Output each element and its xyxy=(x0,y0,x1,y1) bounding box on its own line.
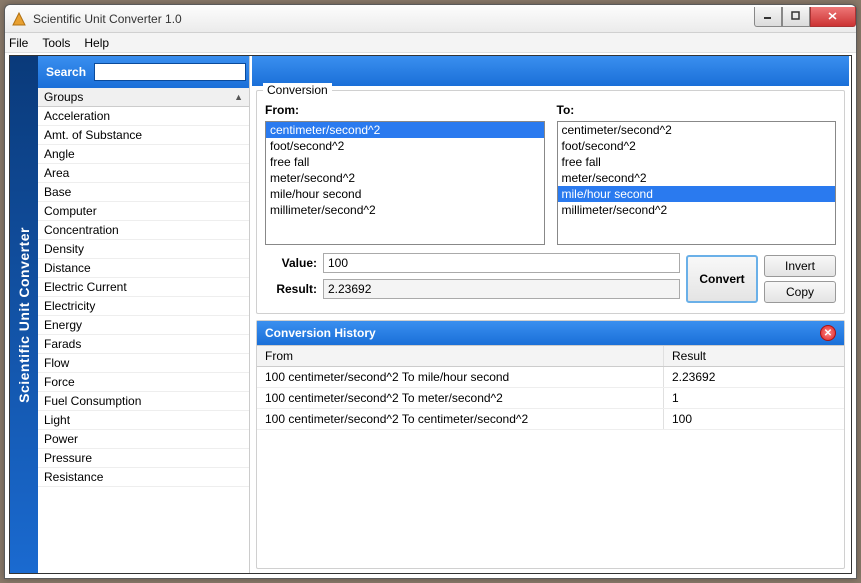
history-cell-result: 100 xyxy=(664,409,844,429)
app-window: Scientific Unit Converter 1.0 File Tools… xyxy=(4,4,857,579)
invert-button[interactable]: Invert xyxy=(764,255,836,277)
value-input[interactable] xyxy=(323,253,680,273)
result-output xyxy=(323,279,680,299)
groups-header-label: Groups xyxy=(44,90,83,104)
group-item[interactable]: Base xyxy=(38,183,249,202)
group-item[interactable]: Electricity xyxy=(38,297,249,316)
group-item[interactable]: Force xyxy=(38,373,249,392)
unit-option[interactable]: millimeter/second^2 xyxy=(266,202,544,218)
search-label: Search xyxy=(46,65,86,79)
minimize-button[interactable] xyxy=(754,7,782,27)
group-item[interactable]: Density xyxy=(38,240,249,259)
unit-option[interactable]: mile/hour second xyxy=(558,186,836,202)
unit-option[interactable]: foot/second^2 xyxy=(558,138,836,154)
minimize-icon xyxy=(763,11,773,21)
group-item[interactable]: Angle xyxy=(38,145,249,164)
maximize-button[interactable] xyxy=(782,7,810,27)
titlebar[interactable]: Scientific Unit Converter 1.0 xyxy=(5,5,856,33)
unit-option[interactable]: millimeter/second^2 xyxy=(558,202,836,218)
to-label: To: xyxy=(557,103,837,117)
history-row[interactable]: 100 centimeter/second^2 To centimeter/se… xyxy=(257,409,844,430)
history-table-header: From Result xyxy=(257,346,844,367)
history-cell-from: 100 centimeter/second^2 To centimeter/se… xyxy=(257,409,664,429)
history-col-from: From xyxy=(257,346,664,366)
history-title: Conversion History xyxy=(265,326,376,340)
menu-help[interactable]: Help xyxy=(84,36,109,50)
close-button[interactable] xyxy=(810,7,856,27)
groups-list[interactable]: AccelerationAmt. of SubstanceAngleAreaBa… xyxy=(38,107,249,573)
history-panel: Conversion History ✕ From Result 100 cen… xyxy=(256,320,845,569)
history-cell-from: 100 centimeter/second^2 To mile/hour sec… xyxy=(257,367,664,387)
menu-file[interactable]: File xyxy=(9,36,28,50)
history-row[interactable]: 100 centimeter/second^2 To meter/second^… xyxy=(257,388,844,409)
group-item[interactable]: Power xyxy=(38,430,249,449)
right-panel: Conversion From: centimeter/second^2foot… xyxy=(250,56,851,573)
group-item[interactable]: Distance xyxy=(38,259,249,278)
menubar: File Tools Help xyxy=(5,33,856,53)
maximize-icon xyxy=(791,11,801,21)
history-close-icon[interactable]: ✕ xyxy=(820,325,836,341)
unit-option[interactable]: foot/second^2 xyxy=(266,138,544,154)
conversion-legend: Conversion xyxy=(263,83,332,97)
search-input[interactable] xyxy=(94,63,246,81)
to-listbox[interactable]: centimeter/second^2foot/second^2free fal… xyxy=(557,121,837,245)
unit-option[interactable]: centimeter/second^2 xyxy=(558,122,836,138)
history-table: From Result 100 centimeter/second^2 To m… xyxy=(257,345,844,568)
history-cell-result: 2.23692 xyxy=(664,367,844,387)
menu-tools[interactable]: Tools xyxy=(42,36,70,50)
group-item[interactable]: Farads xyxy=(38,335,249,354)
history-header: Conversion History ✕ xyxy=(257,321,844,345)
convert-button[interactable]: Convert xyxy=(686,255,758,303)
group-item[interactable]: Area xyxy=(38,164,249,183)
from-label: From: xyxy=(265,103,545,117)
group-item[interactable]: Amt. of Substance xyxy=(38,126,249,145)
group-item[interactable]: Acceleration xyxy=(38,107,249,126)
group-item[interactable]: Flow xyxy=(38,354,249,373)
close-icon xyxy=(827,11,839,21)
result-label: Result: xyxy=(265,282,317,296)
app-icon xyxy=(11,11,27,27)
search-bar: Search xyxy=(38,56,249,88)
left-panel: Search Groups ▲ AccelerationAmt. of Subs… xyxy=(38,56,250,573)
copy-button[interactable]: Copy xyxy=(764,281,836,303)
conversion-group: Conversion From: centimeter/second^2foot… xyxy=(256,90,845,314)
history-row[interactable]: 100 centimeter/second^2 To mile/hour sec… xyxy=(257,367,844,388)
collapse-icon: ▲ xyxy=(234,92,243,102)
history-cell-result: 1 xyxy=(664,388,844,408)
sidebar-vertical-label: Scientific Unit Converter xyxy=(16,227,32,403)
group-item[interactable]: Electric Current xyxy=(38,278,249,297)
group-item[interactable]: Pressure xyxy=(38,449,249,468)
client-area: Scientific Unit Converter Search Groups … xyxy=(9,55,852,574)
history-cell-from: 100 centimeter/second^2 To meter/second^… xyxy=(257,388,664,408)
group-item[interactable]: Light xyxy=(38,411,249,430)
unit-option[interactable]: free fall xyxy=(558,154,836,170)
window-buttons xyxy=(754,7,856,27)
unit-option[interactable]: meter/second^2 xyxy=(558,170,836,186)
unit-option[interactable]: mile/hour second xyxy=(266,186,544,202)
group-item[interactable]: Energy xyxy=(38,316,249,335)
group-item[interactable]: Resistance xyxy=(38,468,249,487)
group-item[interactable]: Computer xyxy=(38,202,249,221)
history-col-result: Result xyxy=(664,346,844,366)
group-item[interactable]: Fuel Consumption xyxy=(38,392,249,411)
value-label: Value: xyxy=(265,256,317,270)
groups-header[interactable]: Groups ▲ xyxy=(38,88,249,107)
top-blue-bar xyxy=(252,56,849,86)
unit-option[interactable]: meter/second^2 xyxy=(266,170,544,186)
window-title: Scientific Unit Converter 1.0 xyxy=(33,12,754,26)
sidebar-strip: Scientific Unit Converter xyxy=(10,56,38,573)
group-item[interactable]: Concentration xyxy=(38,221,249,240)
unit-option[interactable]: centimeter/second^2 xyxy=(266,122,544,138)
from-listbox[interactable]: centimeter/second^2foot/second^2free fal… xyxy=(265,121,545,245)
unit-option[interactable]: free fall xyxy=(266,154,544,170)
